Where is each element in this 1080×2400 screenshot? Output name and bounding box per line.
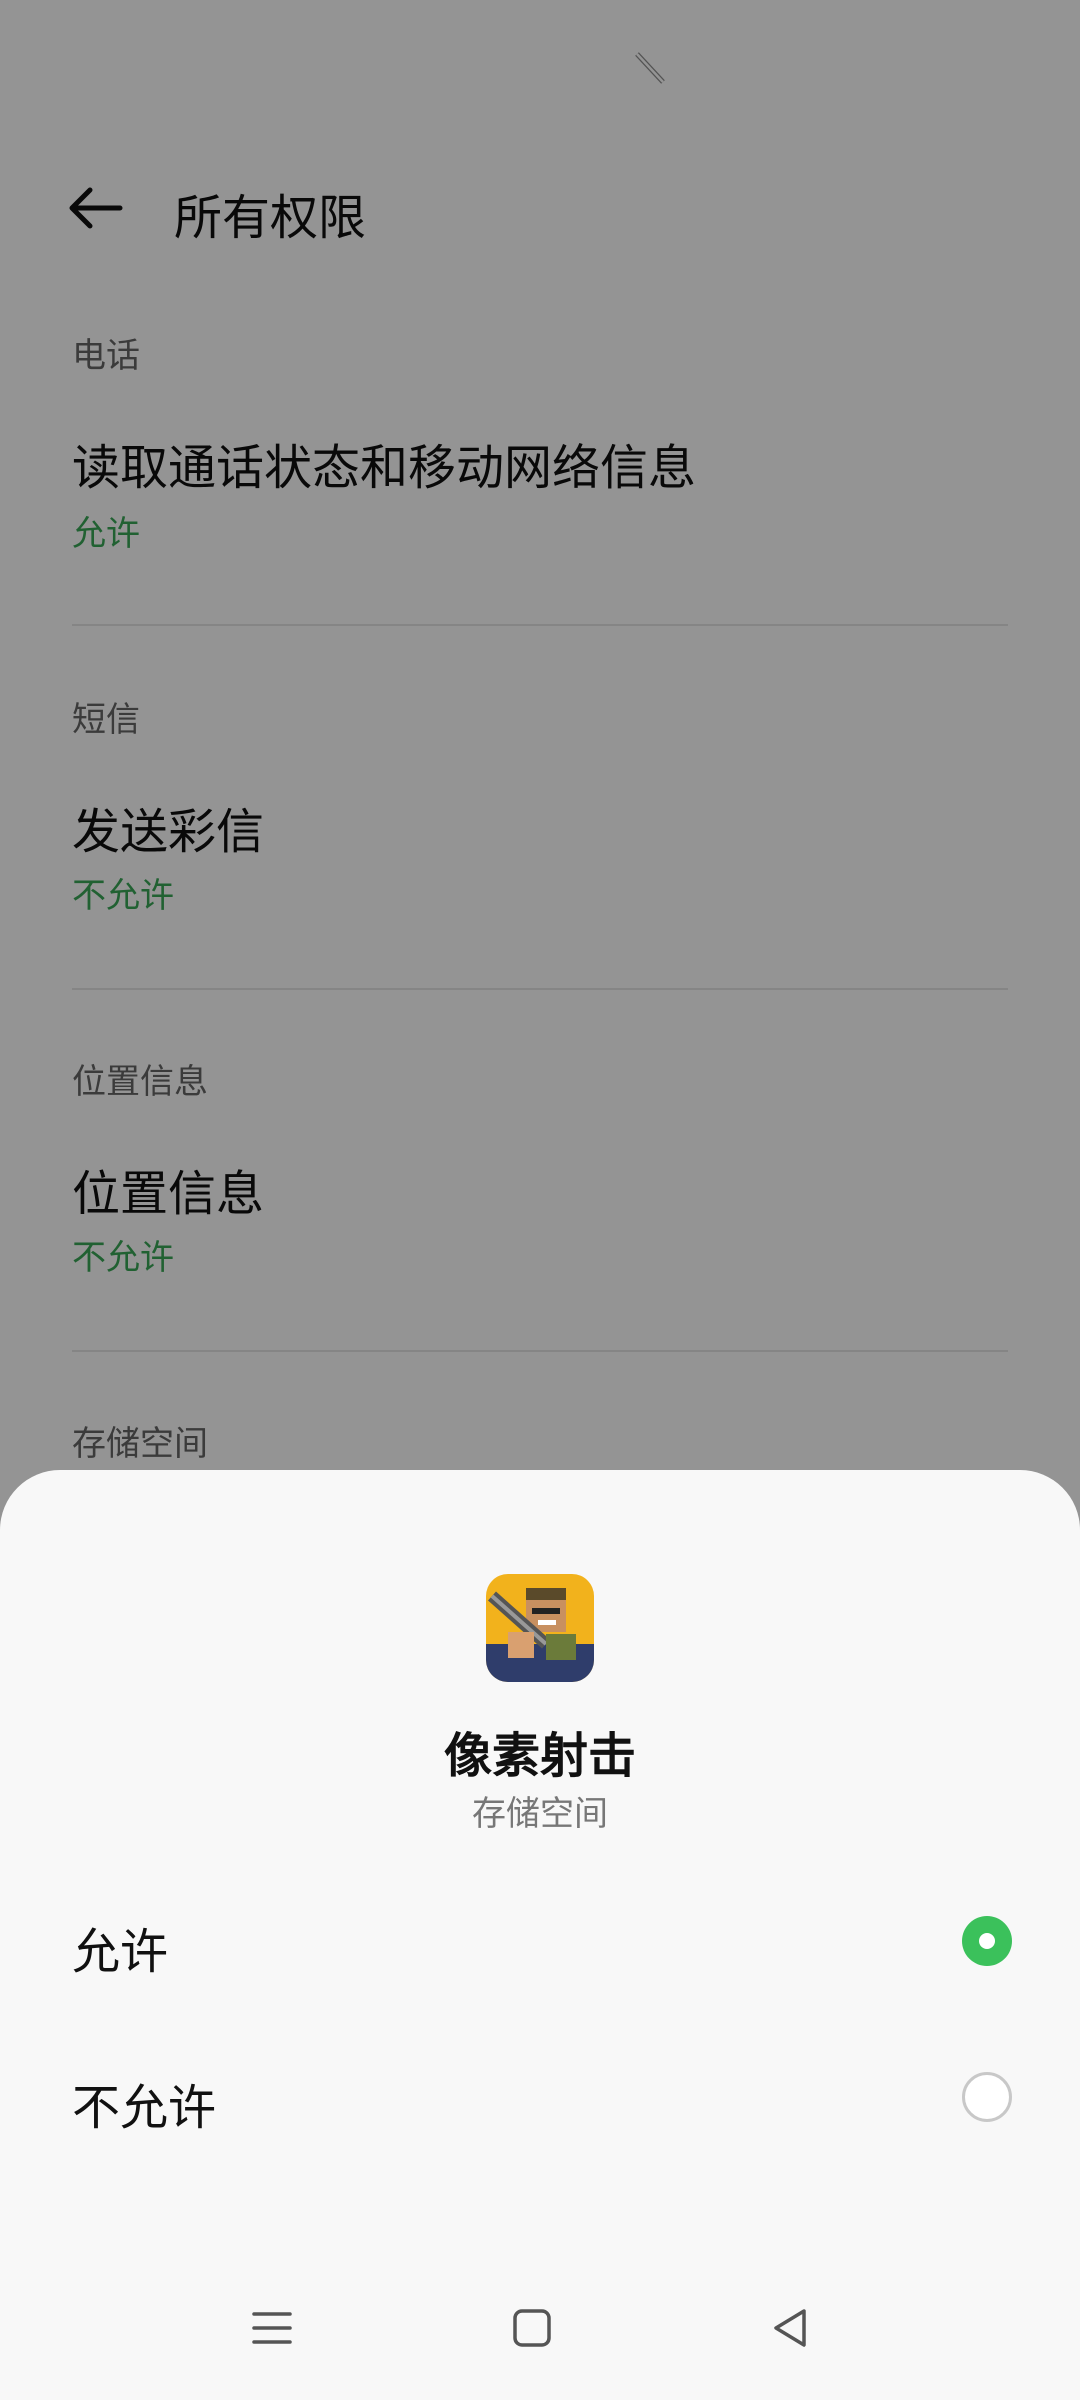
- option-allow[interactable]: 允许: [0, 1874, 1080, 2014]
- radio-unselected[interactable]: [962, 2072, 1012, 2122]
- app-icon: [486, 1574, 594, 1682]
- home-icon[interactable]: [510, 2306, 554, 2350]
- back-icon[interactable]: [768, 2306, 812, 2350]
- app-name: 像素射击: [443, 1728, 636, 1784]
- menu-icon[interactable]: [250, 2306, 294, 2350]
- radio-selected[interactable]: [962, 1916, 1012, 1966]
- option-deny[interactable]: 不允许: [0, 2030, 1080, 2170]
- permission-name: 存储空间: [472, 1794, 608, 1834]
- option-label: 不允许: [72, 2080, 217, 2136]
- option-label: 允许: [72, 1924, 169, 1980]
